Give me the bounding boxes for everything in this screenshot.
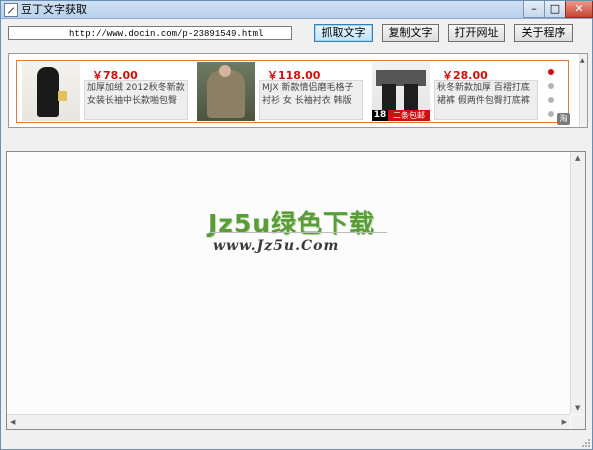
about-button[interactable]: 关于程序 [514, 24, 573, 42]
product-card[interactable]: ￥118.00 MJX 新款情侣磨毛格子 衬衫 女 长袖衬衣 韩版 [197, 61, 369, 122]
resize-grip-icon[interactable] [580, 437, 590, 447]
product-description-box: MJX 新款情侣磨毛格子 衬衫 女 长袖衬衣 韩版 [259, 80, 363, 120]
badge-tag: 二条包邮 [388, 110, 430, 121]
text-output-area[interactable]: Jz5u绿色下载 www.Jz5u.Com ▲ ▼ ◀ ▶ [6, 151, 586, 430]
scroll-up-arrow-icon[interactable]: ▲ [580, 57, 585, 64]
banner-scrollbar[interactable]: ▲ [579, 54, 587, 127]
badge-number: 18 [372, 110, 388, 121]
vertical-scrollbar[interactable]: ▲ ▼ [570, 152, 585, 414]
web-preview-panel: ￥78.00 加厚加绒 2012秋冬新款 女装长袖中长款啪包臀 ￥118.00 … [8, 53, 588, 128]
app-icon [4, 3, 18, 17]
carousel-dot[interactable] [548, 69, 554, 75]
horizontal-scrollbar[interactable]: ◀ ▶ [7, 414, 570, 429]
watermark-divider [209, 232, 387, 233]
ad-banner[interactable]: ￥78.00 加厚加绒 2012秋冬新款 女装长袖中长款啪包臀 ￥118.00 … [16, 60, 570, 125]
open-url-button[interactable]: 打开网址 [448, 24, 505, 42]
copy-text-button[interactable]: 复制文字 [382, 24, 439, 42]
product-description: 加厚加绒 2012秋冬新款 女装长袖中长款啪包臀 [87, 83, 185, 106]
product-card[interactable]: ￥78.00 加厚加绒 2012秋冬新款 女装长袖中长款啪包臀 [22, 61, 192, 122]
maximize-button[interactable]: □ [544, 1, 566, 18]
watermark-url: www.Jz5u.Com [213, 238, 340, 254]
product-description: 秋冬新款加厚 百褶打底 裙裤 假两件包臀打底裤 [437, 83, 530, 106]
carousel-dot[interactable] [548, 83, 554, 89]
app-window: 豆丁文字获取 – □ ✕ http://www.docin.com/p-2389… [0, 0, 593, 450]
plaid-shirt-photo-icon[interactable] [197, 62, 255, 121]
grab-text-button[interactable]: 抓取文字 [314, 24, 373, 42]
product-description-box: 加厚加绒 2012秋冬新款 女装长袖中长款啪包臀 [84, 80, 188, 120]
close-button[interactable]: ✕ [565, 1, 593, 18]
minimize-button[interactable]: – [523, 1, 545, 18]
black-dress-photo-icon[interactable] [22, 62, 80, 121]
scroll-left-arrow-icon[interactable]: ◀ [10, 418, 15, 426]
scroll-up-arrow-icon[interactable]: ▲ [575, 154, 580, 162]
scrollbar-corner [571, 415, 585, 429]
product-card[interactable]: 18 二条包邮 ￥28.00 秋冬新款加厚 百褶打底 裙裤 假两件包臀打底裤 [372, 61, 544, 122]
title-bar: 豆丁文字获取 – □ ✕ [1, 1, 593, 19]
carousel-dot[interactable] [548, 111, 554, 117]
skirt-leggings-photo-icon[interactable]: 18 二条包邮 [372, 62, 430, 121]
url-input[interactable]: http://www.docin.com/p-23891549.html [8, 26, 292, 40]
scroll-right-arrow-icon[interactable]: ▶ [562, 418, 567, 426]
scroll-down-arrow-icon[interactable]: ▼ [575, 404, 580, 412]
toolbar: http://www.docin.com/p-23891549.html 抓取文… [2, 19, 591, 49]
window-title: 豆丁文字获取 [21, 3, 87, 16]
carousel-dot[interactable] [548, 97, 554, 103]
taobao-icon[interactable]: 淘 [557, 113, 570, 125]
product-description: MJX 新款情侣磨毛格子 衬衫 女 长袖衬衣 韩版 [262, 83, 354, 106]
product-description-box: 秋冬新款加厚 百褶打底 裙裤 假两件包臀打底裤 [434, 80, 538, 120]
watermark-logo: Jz5u绿色下载 [208, 209, 376, 238]
